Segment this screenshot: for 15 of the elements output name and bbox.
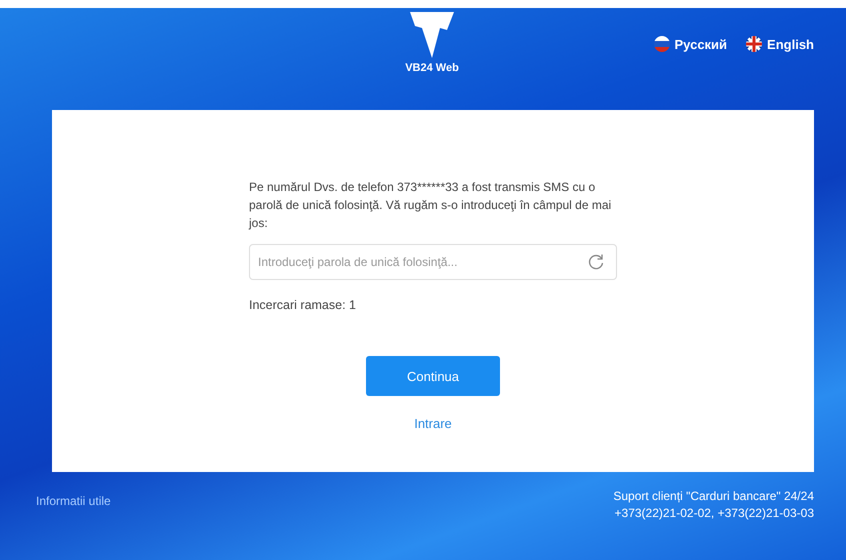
logo-text: VB24 Web [405, 62, 459, 74]
login-link[interactable]: Intrare [414, 416, 452, 431]
useful-info-link[interactable]: Informatii utile [36, 494, 111, 522]
support-text: Suport clienți "Carduri bancare" 24/24 [613, 488, 814, 505]
flag-icon [745, 35, 764, 53]
language-link[interactable]: Русский [652, 34, 728, 54]
refresh-icon[interactable] [587, 253, 605, 271]
sms-message: Pe numărul Dvs. de telefon 373******33 a fost transmis SMS cu o parolă de unică folosinţă. Vă rugăm s-o introduceţi în câmpul de mai jos: [249, 179, 612, 232]
language-link[interactable]: English [745, 34, 814, 54]
support-text: +373(22)21-02-02, +373(22)21-03-03 [614, 505, 814, 522]
password-field[interactable]: Introduceţi parola de unică folosinţă... [249, 244, 617, 280]
continue-button[interactable]: Continua [366, 356, 500, 396]
attempts-remaining: Incercari ramase: 1 [249, 298, 357, 312]
logo-icon [407, 10, 457, 60]
flag-icon [652, 35, 671, 53]
